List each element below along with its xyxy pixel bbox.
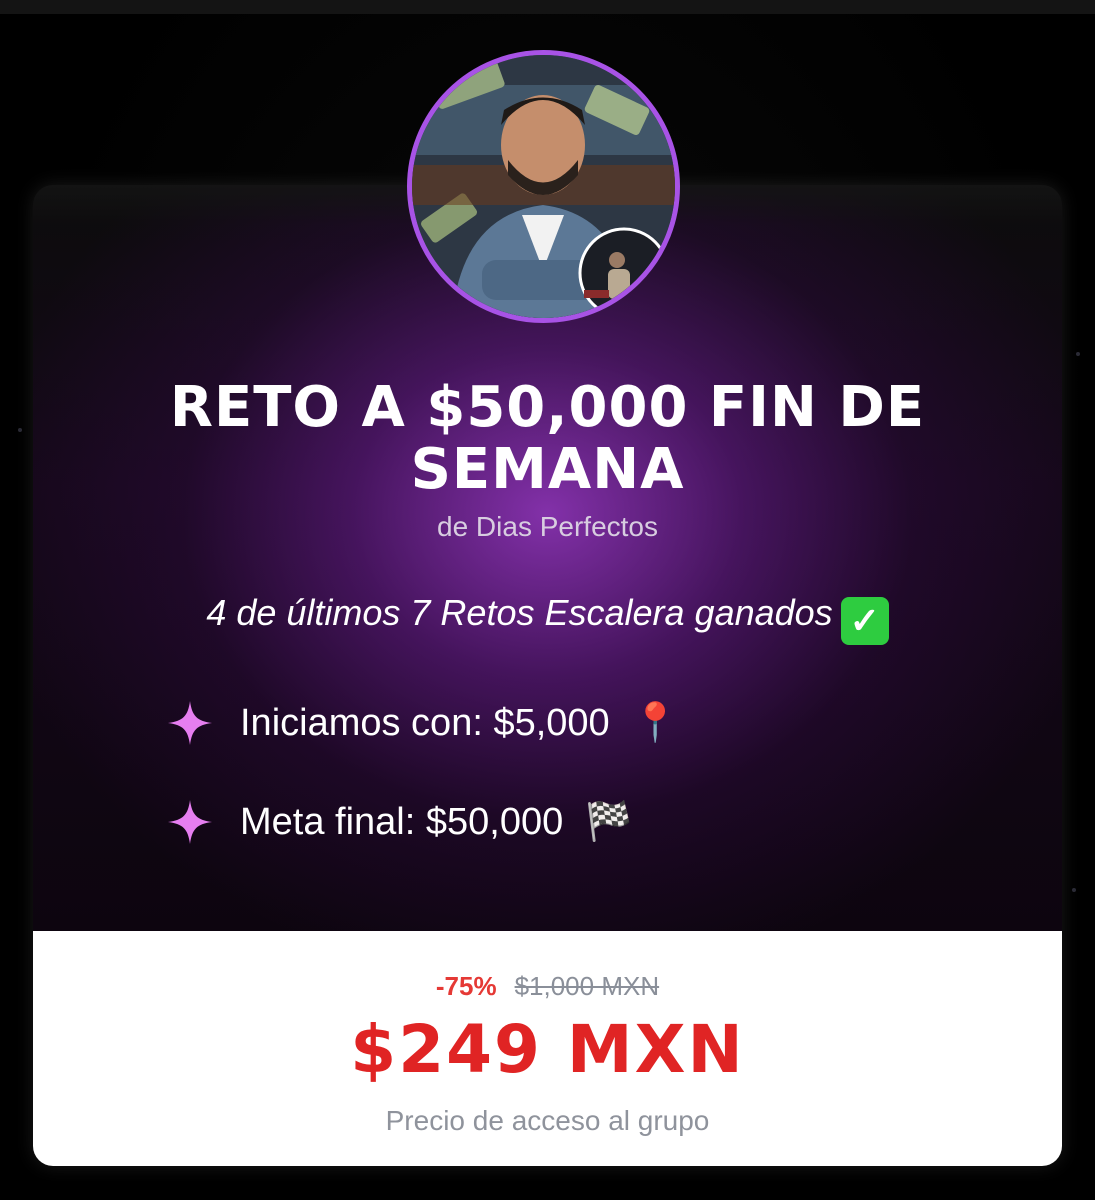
background-dot	[18, 428, 22, 432]
page-title: RETO A $50,000 FIN DE SEMANA	[169, 375, 926, 502]
sparkle-icon	[168, 800, 212, 844]
feature-item: Iniciamos con: $5,000 📍	[165, 698, 679, 748]
current-price: $249 MXN	[350, 1011, 745, 1088]
author-subtitle: de Dias Perfectos	[437, 511, 658, 542]
check-mark-icon: ✓	[840, 597, 889, 645]
avatar-photo	[412, 55, 675, 318]
discount-row: -75% $1,000 MXN	[33, 968, 1062, 1004]
price-note: Precio de acceso al grupo	[385, 1105, 710, 1136]
checkered-flag-icon: 🏁	[585, 801, 633, 843]
top-strip	[0, 0, 1095, 14]
track-record: 4 de últimos 7 Retos Escalera ganados ✓	[33, 590, 1062, 645]
page: RETO A $50,000 FIN DE SEMANA de Dias Per…	[0, 0, 1095, 1200]
original-price: $1,000 MXN	[514, 971, 660, 1001]
pin-icon: 📍	[631, 702, 679, 744]
feature-item: Meta final: $50,000 🏁	[165, 797, 633, 847]
sparkle-icon	[168, 701, 212, 745]
track-record-text: 4 de últimos 7 Retos Escalera ganados	[206, 592, 833, 633]
avatar	[407, 50, 680, 323]
background-dot	[1076, 352, 1080, 356]
feature-label: Iniciamos con: $5,000	[240, 702, 610, 744]
background-dot	[1072, 888, 1076, 892]
feature-label: Meta final: $50,000	[240, 801, 564, 843]
discount-badge: -75%	[435, 971, 497, 1001]
